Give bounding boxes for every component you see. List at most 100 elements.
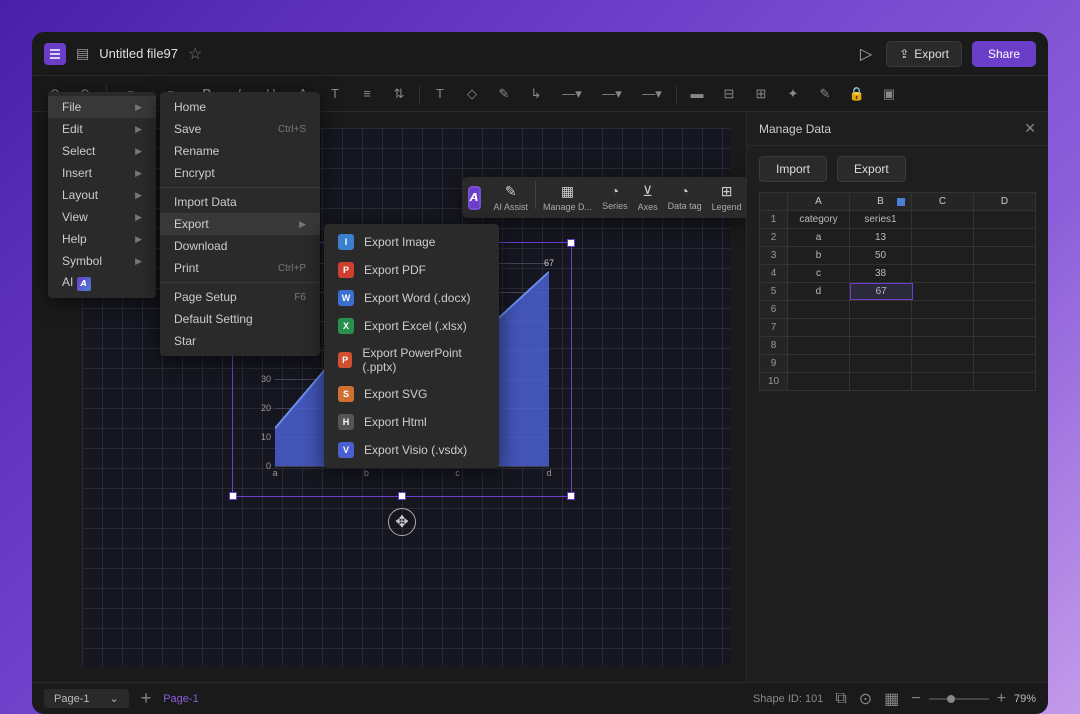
ctx-series[interactable]: ◔Series — [597, 181, 633, 214]
menu-item-ai[interactable]: AI 𝘼 — [48, 272, 156, 294]
menu-item-insert[interactable]: Insert▶ — [48, 162, 156, 184]
shape-tool-icon[interactable]: ◇ — [460, 82, 484, 106]
menu-button[interactable] — [44, 43, 66, 65]
col-header[interactable]: C — [912, 193, 974, 210]
table-cell[interactable] — [912, 229, 974, 246]
table-cell[interactable]: series1 — [850, 211, 912, 228]
col-header[interactable]: B — [850, 193, 912, 210]
import-button[interactable]: Import — [759, 156, 827, 182]
table-cell[interactable]: category — [788, 211, 850, 228]
table-cell[interactable]: 38 — [850, 265, 912, 282]
row-header[interactable]: 1 — [760, 211, 788, 228]
resize-handle[interactable] — [567, 492, 575, 500]
table-cell[interactable] — [974, 355, 1035, 372]
table-cell[interactable] — [974, 265, 1035, 282]
menu-item-page-setup[interactable]: Page SetupF6 — [160, 286, 320, 308]
zoom-slider[interactable] — [929, 698, 989, 700]
row-header[interactable]: 3 — [760, 247, 788, 264]
menu-item-help[interactable]: Help▶ — [48, 228, 156, 250]
line-style[interactable]: —▾ — [556, 82, 588, 106]
export-data-button[interactable]: Export — [837, 156, 906, 182]
table-cell[interactable] — [912, 265, 974, 282]
menu-item-star[interactable]: Star — [160, 330, 320, 352]
table-cell[interactable] — [912, 301, 974, 318]
export-export-excel-xlsx-[interactable]: XExport Excel (.xlsx) — [324, 312, 499, 340]
grid-icon[interactable]: ▦ — [884, 689, 899, 709]
export-export-html[interactable]: HExport Html — [324, 408, 499, 436]
fill-icon[interactable]: ▬ — [685, 82, 709, 106]
menu-item-layout[interactable]: Layout▶ — [48, 184, 156, 206]
zoom-out-icon[interactable]: − — [911, 690, 920, 708]
add-page-button[interactable]: + — [141, 688, 152, 709]
col-header[interactable]: D — [974, 193, 1035, 210]
lineheight-icon[interactable]: ⇅ — [387, 82, 411, 106]
table-cell[interactable]: 50 — [850, 247, 912, 264]
table-cell[interactable] — [974, 301, 1035, 318]
table-cell[interactable] — [974, 247, 1035, 264]
table-cell[interactable] — [850, 355, 912, 372]
resize-handle[interactable] — [229, 492, 237, 500]
table-cell[interactable] — [850, 319, 912, 336]
table-cell[interactable] — [974, 319, 1035, 336]
export-export-word-docx-[interactable]: WExport Word (.docx) — [324, 284, 499, 312]
table-cell[interactable] — [912, 319, 974, 336]
ctx-manage-d-[interactable]: ▦Manage D... — [538, 181, 597, 214]
arrow-start[interactable]: —▾ — [596, 82, 628, 106]
table-cell[interactable] — [974, 229, 1035, 246]
row-header[interactable]: 6 — [760, 301, 788, 318]
menu-item-save[interactable]: SaveCtrl+S — [160, 118, 320, 140]
table-cell[interactable] — [912, 373, 974, 390]
textcase-icon[interactable]: T — [323, 82, 347, 106]
close-icon[interactable]: ✕ — [1024, 120, 1036, 137]
pen-tool-icon[interactable]: ✎ — [492, 82, 516, 106]
table-cell[interactable] — [850, 337, 912, 354]
page-tab[interactable]: Page-1 — [163, 693, 198, 705]
row-header[interactable]: 7 — [760, 319, 788, 336]
effects-icon[interactable]: ✦ — [781, 82, 805, 106]
export-export-visio-vsdx-[interactable]: VExport Visio (.vsdx) — [324, 436, 499, 464]
resize-handle[interactable] — [398, 492, 406, 500]
menu-item-import-data[interactable]: Import Data — [160, 191, 320, 213]
table-cell[interactable]: 67 — [850, 283, 913, 300]
locate-icon[interactable]: ⊙ — [859, 689, 872, 709]
page-select[interactable]: Page-1⌄ — [44, 689, 129, 708]
export-export-image[interactable]: IExport Image — [324, 228, 499, 256]
align-icon[interactable]: ≡ — [355, 82, 379, 106]
table-cell[interactable] — [974, 211, 1035, 228]
group-icon[interactable]: ▣ — [877, 82, 901, 106]
menu-item-rename[interactable]: Rename — [160, 140, 320, 162]
data-table[interactable]: ABCD1categoryseries12a133b504c385d676789… — [759, 192, 1036, 391]
menu-item-view[interactable]: View▶ — [48, 206, 156, 228]
connector-icon[interactable]: ↳ — [524, 82, 548, 106]
row-header[interactable]: 9 — [760, 355, 788, 372]
row-header[interactable]: 2 — [760, 229, 788, 246]
table-cell[interactable]: c — [788, 265, 850, 282]
resize-handle[interactable] — [567, 239, 575, 247]
export-export-svg[interactable]: SExport SVG — [324, 380, 499, 408]
col-header[interactable]: A — [788, 193, 850, 210]
table-cell[interactable]: 13 — [850, 229, 912, 246]
table-cell[interactable] — [912, 211, 974, 228]
edit-icon[interactable]: ✎ — [813, 82, 837, 106]
table-cell[interactable] — [850, 373, 912, 390]
menu-item-print[interactable]: PrintCtrl+P — [160, 257, 320, 279]
table-cell[interactable] — [912, 247, 974, 264]
row-header[interactable]: 5 — [760, 283, 788, 300]
table-cell[interactable] — [912, 355, 974, 372]
align-objects-icon[interactable]: ⊟ — [717, 82, 741, 106]
export-button[interactable]: ⇪Export — [886, 41, 962, 67]
menu-item-encrypt[interactable]: Encrypt — [160, 162, 320, 184]
table-cell[interactable] — [850, 301, 912, 318]
move-handle[interactable]: ✥ — [388, 508, 416, 536]
arrow-end[interactable]: —▾ — [636, 82, 668, 106]
table-cell[interactable] — [974, 283, 1035, 300]
zoom-control[interactable]: − + 79% — [911, 690, 1036, 708]
export-export-powerpoint-pptx-[interactable]: PExport PowerPoint (.pptx) — [324, 340, 499, 380]
table-cell[interactable] — [788, 373, 850, 390]
table-cell[interactable] — [974, 337, 1035, 354]
distribute-icon[interactable]: ⊞ — [749, 82, 773, 106]
row-header[interactable]: 10 — [760, 373, 788, 390]
table-cell[interactable] — [788, 355, 850, 372]
ctx-data-tag[interactable]: ◔Data tag — [663, 181, 707, 214]
star-icon[interactable]: ☆ — [188, 44, 202, 64]
